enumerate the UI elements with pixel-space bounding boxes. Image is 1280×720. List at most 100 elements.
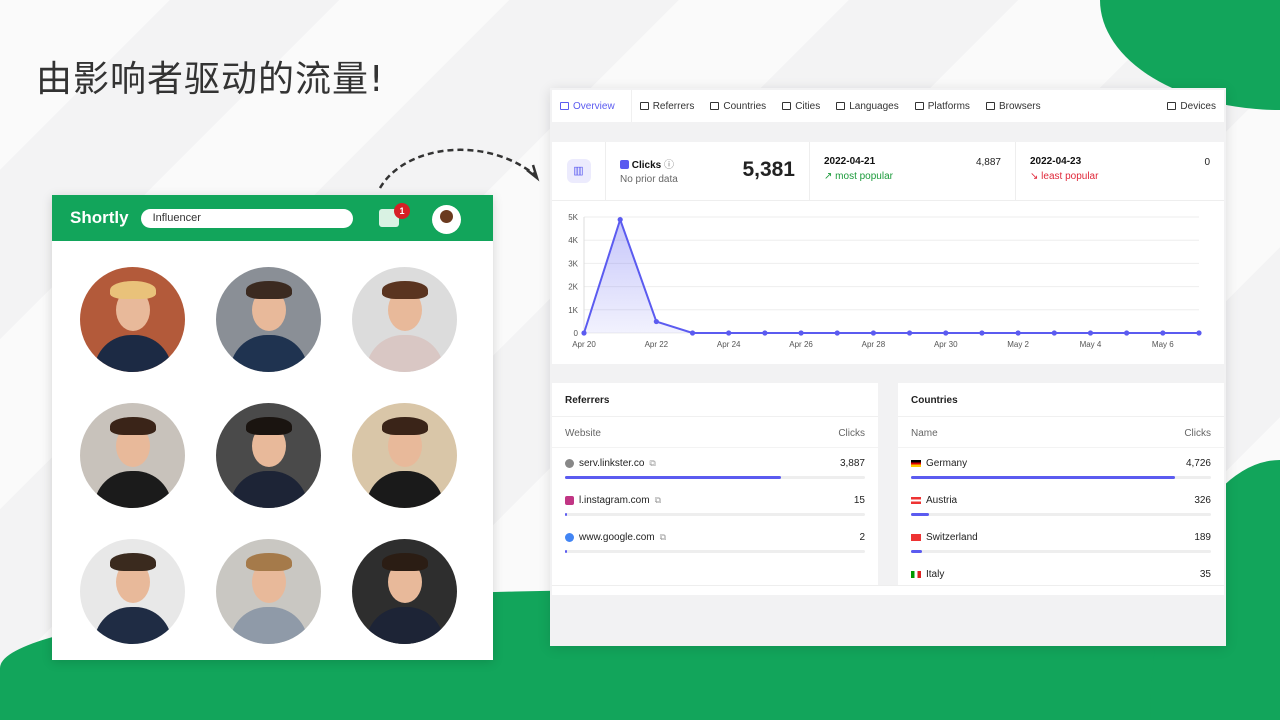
tab-countries[interactable]: Countries <box>702 90 774 122</box>
influencer-photo[interactable] <box>216 267 321 372</box>
data-point[interactable] <box>762 330 768 336</box>
tab-cities[interactable]: Cities <box>774 90 828 122</box>
logo: Shortly <box>70 208 129 227</box>
influencer-photo[interactable] <box>352 403 457 508</box>
analytics-dashboard: Overview Referrers Countries Cities Language… <box>550 88 1226 646</box>
worst-label: least popular <box>1041 171 1099 182</box>
building-icon <box>782 102 792 110</box>
x-tick-label: Apr 26 <box>789 340 813 349</box>
data-point[interactable] <box>943 330 949 336</box>
table-row[interactable]: Austria 326 <box>898 485 1224 522</box>
tab-referrers[interactable]: Referrers <box>632 90 703 122</box>
least-popular-stat: 2022-04-23 ↘ least popular 0 <box>1016 142 1224 200</box>
dashed-arrow <box>378 148 540 189</box>
y-tick-label: 4K <box>568 236 578 245</box>
series-swatch <box>620 160 629 169</box>
x-tick-label: May 6 <box>1152 340 1174 349</box>
external-link-icon[interactable]: ⧉ <box>660 532 666 543</box>
x-tick-label: May 2 <box>1007 340 1029 349</box>
tab-devices[interactable]: Devices <box>1159 90 1224 122</box>
external-link-icon[interactable]: ⧉ <box>655 495 661 506</box>
influencer-photo[interactable] <box>216 539 321 644</box>
notification-badge: 1 <box>394 203 410 219</box>
arrow-down-right-icon: ↘ <box>1030 171 1039 182</box>
influencer-photo[interactable] <box>80 403 185 508</box>
info-icon[interactable]: ⓘ <box>664 160 674 171</box>
row-name: Austria <box>926 495 958 506</box>
influencer-photo[interactable] <box>352 267 457 372</box>
headline: 由影响者驱动的流量! <box>36 59 385 100</box>
influencer-photo[interactable] <box>352 539 457 644</box>
row-name: www.google.com <box>579 532 655 543</box>
data-point[interactable] <box>1196 330 1202 336</box>
arrow-up-right-icon: ↗ <box>824 171 833 182</box>
influencer-photo[interactable] <box>80 267 185 372</box>
search-input[interactable]: Influencer <box>140 208 353 228</box>
data-point[interactable] <box>1015 330 1021 336</box>
tab-browsers[interactable]: Browsers <box>978 90 1049 122</box>
table-row[interactable]: l.instagram.com ⧉ 15 <box>552 485 878 522</box>
stats-chart-icon: ▥ <box>552 142 606 200</box>
table-row[interactable]: www.google.com ⧉ 2 <box>552 522 878 559</box>
tab-label: Languages <box>849 100 899 112</box>
data-point[interactable] <box>689 330 696 336</box>
link-icon <box>639 102 649 110</box>
row-name: serv.linkster.co <box>579 458 645 469</box>
instagram-icon <box>565 496 574 505</box>
google-icon <box>565 533 574 542</box>
tab-languages[interactable]: Languages <box>828 90 907 122</box>
x-tick-label: May 4 <box>1080 340 1102 349</box>
tab-platforms[interactable]: Platforms <box>907 90 978 122</box>
external-link-icon[interactable]: ⧉ <box>649 458 655 469</box>
row-value: 4,726 <box>1185 458 1211 469</box>
data-point[interactable] <box>870 330 877 336</box>
influencer-photo[interactable] <box>216 403 321 508</box>
data-point[interactable] <box>1160 330 1166 336</box>
x-tick-label: Apr 30 <box>934 340 958 349</box>
table-row[interactable]: serv.linkster.co ⧉ 3,887 <box>552 448 878 485</box>
x-tick-label: Apr 24 <box>717 340 741 349</box>
tab-label: Cities <box>795 100 821 112</box>
data-point[interactable] <box>581 330 587 336</box>
row-value: 326 <box>1194 495 1211 506</box>
table-row[interactable]: Switzerland 189 <box>898 522 1224 559</box>
tab-label: Devices <box>1180 100 1216 112</box>
linkster-icon <box>565 459 574 468</box>
data-point[interactable] <box>617 217 623 223</box>
row-bar <box>911 513 1211 516</box>
data-point[interactable] <box>906 330 913 336</box>
data-point[interactable] <box>1124 330 1130 336</box>
tab-label: Countries <box>723 100 767 112</box>
data-point[interactable] <box>653 318 659 325</box>
best-value: 4,887 <box>975 157 1001 168</box>
row-bar <box>565 550 865 553</box>
table-row[interactable]: Germany 4,726 <box>898 448 1224 485</box>
flag-switzerland-icon <box>911 534 921 541</box>
x-tick-label: Apr 28 <box>862 340 886 349</box>
row-bar <box>911 550 1211 553</box>
influencer-photo[interactable] <box>80 539 185 644</box>
flag-germany-icon <box>911 460 921 467</box>
data-point[interactable] <box>834 330 840 336</box>
tab-bar: Overview Referrers Countries Cities Language… <box>552 90 1224 122</box>
col-header: Website <box>565 428 601 439</box>
total-clicks: 5,381 <box>742 158 795 181</box>
dashboard-footer <box>552 585 1224 595</box>
row-name: Italy <box>926 569 945 580</box>
data-point[interactable] <box>1051 330 1057 336</box>
worst-date: 2022-04-23 <box>1030 156 1082 167</box>
globe-icon <box>836 102 846 110</box>
data-point[interactable] <box>798 330 804 336</box>
clicks-chart: 0 1K 2K 3K 4K 5K Apr 20 Apr 22 Apr 24 Apr 26 Apr 2… <box>552 201 1224 364</box>
data-point[interactable] <box>726 330 732 336</box>
x-tick-label: Apr 20 <box>572 340 596 349</box>
user-avatar[interactable] <box>432 205 461 234</box>
data-point[interactable] <box>979 330 985 336</box>
data-point[interactable] <box>1087 330 1094 336</box>
tab-overview[interactable]: Overview <box>552 90 632 122</box>
area-fill <box>584 219 1199 333</box>
chart-icon <box>560 102 569 110</box>
best-date: 2022-04-21 <box>824 156 876 167</box>
most-popular-stat: 2022-04-21 ↗ most popular 4,887 <box>810 142 1016 200</box>
x-tick-label: Apr 22 <box>645 340 669 349</box>
